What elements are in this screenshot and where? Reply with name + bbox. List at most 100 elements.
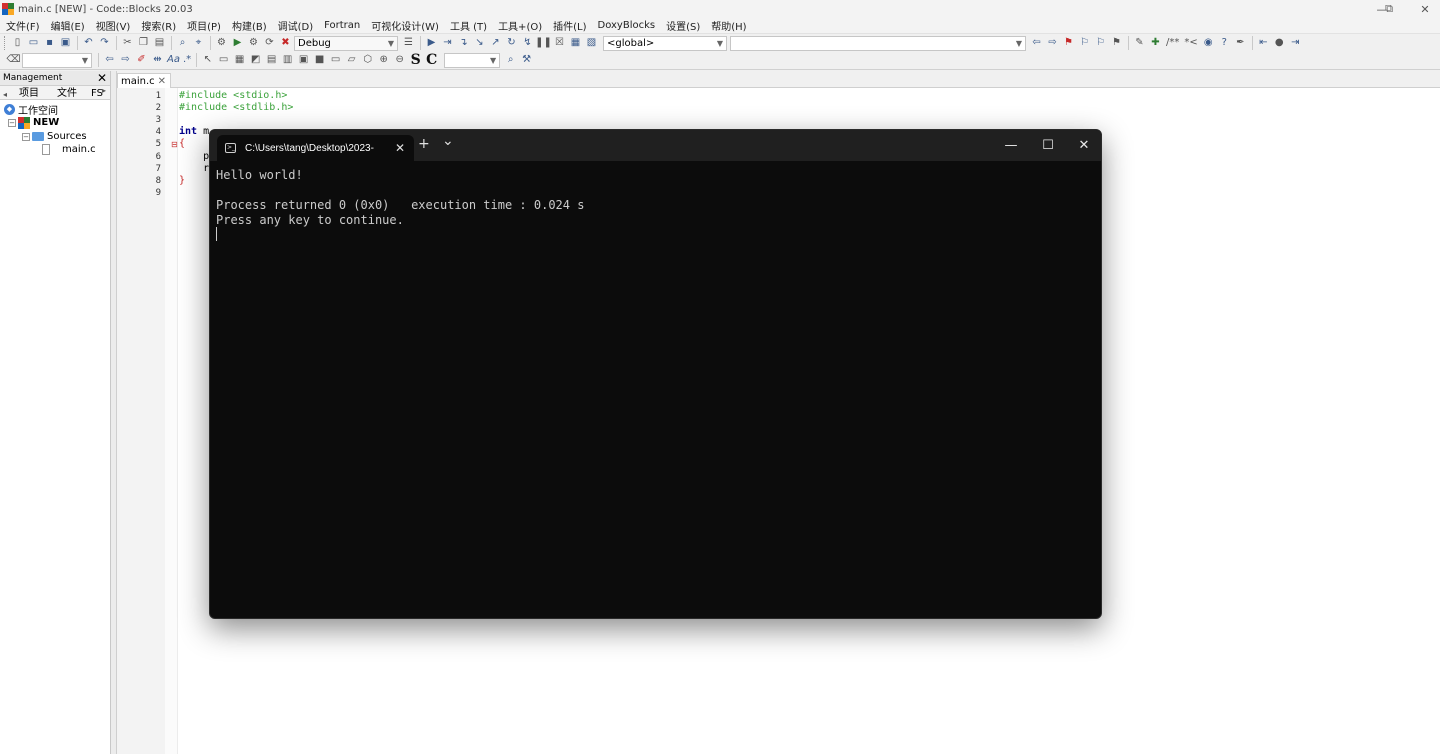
terminal-minimize-button[interactable]: — [993, 134, 1029, 156]
tree-workspace[interactable]: ◆ 工作空间 [4, 103, 58, 117]
shape-slant-icon[interactable]: ▱ [344, 53, 359, 68]
management-close-icon[interactable]: ✕ [97, 71, 107, 85]
window-close-button[interactable]: ✕ [1407, 0, 1440, 18]
terminal-output[interactable]: Hello world! Process returned 0 (0x0) exe… [216, 168, 584, 228]
c-button[interactable]: C [424, 53, 439, 68]
menu-tools-plus[interactable]: 工具+(O) [498, 18, 542, 33]
shape-oct-icon[interactable]: ⬡ [360, 53, 375, 68]
run-to-cursor-icon[interactable]: ⇥ [440, 36, 455, 51]
zoom-in-icon[interactable]: ⊕ [376, 53, 391, 68]
extract-docs-icon[interactable]: ✚ [1148, 36, 1163, 51]
redo-icon[interactable]: ↷ [97, 36, 112, 51]
run-icon[interactable]: ▶ [230, 36, 245, 51]
next-bookmark-icon[interactable]: ⚐ [1093, 36, 1108, 51]
fold-toggle-icon[interactable]: ⊟ [171, 140, 178, 149]
fold-margin[interactable] [165, 88, 178, 754]
run-html-icon[interactable]: ◉ [1201, 36, 1216, 51]
cut-icon[interactable]: ✂ [120, 36, 135, 51]
rebuild-icon[interactable]: ⟳ [262, 36, 277, 51]
replace-icon[interactable]: ⌖ [191, 36, 206, 51]
build-settings-gear-icon[interactable]: ⚙ [214, 36, 229, 51]
search-icon[interactable]: ⌕ [503, 53, 518, 68]
rect-tool-icon[interactable]: ▭ [216, 53, 231, 68]
selection-only-icon[interactable]: ⇹ [150, 53, 165, 68]
terminal-tab[interactable]: >_ C:\Users\tang\Desktop\2023- ✕ [217, 135, 414, 161]
hbox-icon[interactable]: ▤ [264, 53, 279, 68]
scope-select[interactable]: <global> ▼ [603, 35, 727, 51]
incremental-search-input[interactable]: ▼ [22, 52, 92, 68]
fill-box-icon[interactable]: ■ [312, 53, 327, 68]
menu-debug[interactable]: 调试(D) [278, 18, 314, 33]
line-comment-button[interactable]: *< [1182, 36, 1199, 51]
next-line-icon[interactable]: ↴ [456, 36, 471, 51]
open-file-icon[interactable]: ▭ [26, 36, 41, 51]
tab-scroll-left-icon[interactable]: ◂ [3, 90, 7, 99]
zoom-out-icon[interactable]: ⊖ [392, 53, 407, 68]
toggle-bookmark-icon[interactable]: ⚑ [1061, 36, 1076, 51]
terminal-maximize-button[interactable]: ☐ [1030, 134, 1066, 156]
first-icon[interactable]: ⇤ [1256, 36, 1271, 51]
highlight-icon[interactable]: ✐ [134, 53, 149, 68]
step-into-icon[interactable]: ↘ [472, 36, 487, 51]
zoom-select[interactable]: ▼ [444, 52, 501, 68]
toolbar-grip[interactable] [4, 36, 7, 50]
clear-bookmarks-icon[interactable]: ⚑ [1109, 36, 1124, 51]
menu-fortran[interactable]: Fortran [324, 20, 360, 31]
paste-icon[interactable]: ▤ [152, 36, 167, 51]
undo-icon[interactable]: ↶ [81, 36, 96, 51]
debug-windows-icon[interactable]: ▦ [568, 36, 583, 51]
dot-icon[interactable]: ● [1272, 36, 1287, 51]
menu-settings[interactable]: 设置(S) [666, 18, 700, 33]
menu-edit[interactable]: 编辑(E) [51, 18, 85, 33]
last-icon[interactable]: ⇥ [1288, 36, 1303, 51]
wrench-icon[interactable]: ⚒ [519, 53, 534, 68]
run-chm-icon[interactable]: ? [1217, 36, 1232, 51]
grid-tool-icon[interactable]: ▦ [232, 53, 247, 68]
new-file-icon[interactable]: ▯ [10, 36, 25, 51]
debug-info-icon[interactable]: ▧ [584, 36, 599, 51]
pointer-icon[interactable]: ↖ [200, 53, 215, 68]
menu-view[interactable]: 视图(V) [96, 18, 131, 33]
step-into-instruction-icon[interactable]: ↯ [520, 36, 535, 51]
tree-file-main[interactable]: main.c [42, 143, 96, 156]
clear-search-icon[interactable]: ⌫ [6, 53, 21, 68]
find-icon[interactable]: ⌕ [175, 36, 190, 51]
tab-scroll-right-icon[interactable]: ▸ [102, 86, 106, 95]
menu-project[interactable]: 项目(P) [187, 18, 221, 33]
match-case-icon[interactable]: Aa [166, 53, 181, 68]
terminal-close-button[interactable]: ✕ [1066, 134, 1101, 156]
save-icon[interactable]: ▪ [42, 36, 57, 51]
block-comment-button[interactable]: /** [1164, 36, 1181, 51]
step-out-icon[interactable]: ↗ [488, 36, 503, 51]
shape-rect-icon[interactable]: ▭ [328, 53, 343, 68]
pause-icon[interactable]: ❚❚ [535, 36, 552, 51]
vbox-icon[interactable]: ▥ [280, 53, 295, 68]
close-icon[interactable]: ✕ [158, 76, 166, 87]
close-icon[interactable]: ✕ [395, 141, 405, 155]
menu-build[interactable]: 构建(B) [232, 18, 267, 33]
doxyblocks-config-icon[interactable]: ✒ [1233, 36, 1248, 51]
box-icon[interactable]: ▣ [296, 53, 311, 68]
menu-tools[interactable]: 工具 (T) [450, 18, 487, 33]
build-target-select[interactable]: Debug ▼ [294, 35, 398, 51]
chevron-down-icon[interactable]: ⌄ [442, 133, 454, 149]
abort-icon[interactable]: ✖ [278, 36, 293, 51]
menu-wxsmith[interactable]: 可视化设计(W) [371, 18, 439, 33]
regex-icon[interactable]: .* [182, 53, 192, 68]
s-button[interactable]: S [408, 53, 423, 68]
build-and-run-icon[interactable]: ⚙ [246, 36, 261, 51]
next-instruction-icon[interactable]: ↻ [504, 36, 519, 51]
collapse-icon[interactable]: − [22, 132, 30, 141]
doxywizard-icon[interactable]: ✎ [1132, 36, 1147, 51]
tab-files[interactable]: 文件 [57, 84, 77, 99]
jump-back-icon[interactable]: ⇦ [1029, 36, 1044, 51]
collapse-icon[interactable]: − [8, 118, 16, 127]
menu-file[interactable]: 文件(F) [6, 18, 40, 33]
diagonal-tool-icon[interactable]: ◩ [248, 53, 263, 68]
function-select[interactable]: ▼ [730, 35, 1026, 51]
search-prev-icon[interactable]: ⇦ [102, 53, 117, 68]
copy-icon[interactable]: ❐ [136, 36, 151, 51]
tree-folder-sources[interactable]: − Sources [22, 130, 87, 143]
build-options-icon[interactable]: ☰ [401, 36, 416, 51]
menu-help[interactable]: 帮助(H) [711, 18, 746, 33]
